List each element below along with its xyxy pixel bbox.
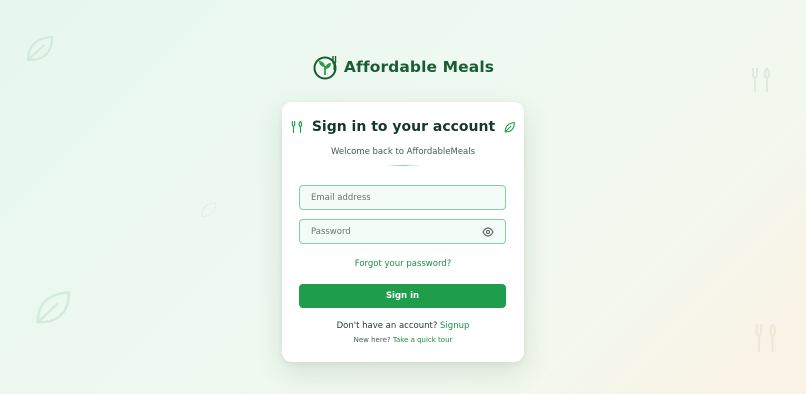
email-field[interactable] <box>311 192 494 203</box>
email-field-container <box>299 185 506 210</box>
background-leaf-icon <box>200 202 217 218</box>
forgot-password-link[interactable]: Forgot your password? <box>282 259 524 269</box>
signin-card: Sign in to your account Welcome back to … <box>282 102 524 362</box>
signup-row: Don't have an account? Signup <box>282 321 524 331</box>
quick-tour-link[interactable]: Take a quick tour <box>393 336 453 344</box>
signin-button[interactable]: Sign in <box>299 284 506 308</box>
plate-fork-leaf-icon <box>313 56 337 80</box>
page-title: Sign in to your account <box>311 119 496 135</box>
background-utensils-icon <box>755 323 777 352</box>
password-field-container <box>299 219 506 244</box>
background-leaf-icon <box>36 291 71 324</box>
eye-icon[interactable] <box>482 226 494 238</box>
brand-name: Affordable Meals <box>343 58 495 76</box>
title-divider <box>386 165 420 166</box>
brand-header: Affordable Meals <box>0 54 806 80</box>
no-account-text: Don't have an account? <box>336 321 441 331</box>
card-title-row: Sign in to your account <box>282 119 524 135</box>
signup-link[interactable]: Signup <box>440 321 469 331</box>
leaf-icon <box>504 121 516 132</box>
new-here-text: New here? <box>353 336 393 344</box>
page-subtitle: Welcome back to AffordableMeals <box>330 147 476 157</box>
password-field[interactable] <box>311 226 482 237</box>
utensils-icon <box>291 120 303 133</box>
tour-row: New here? Take a quick tour <box>282 336 524 344</box>
